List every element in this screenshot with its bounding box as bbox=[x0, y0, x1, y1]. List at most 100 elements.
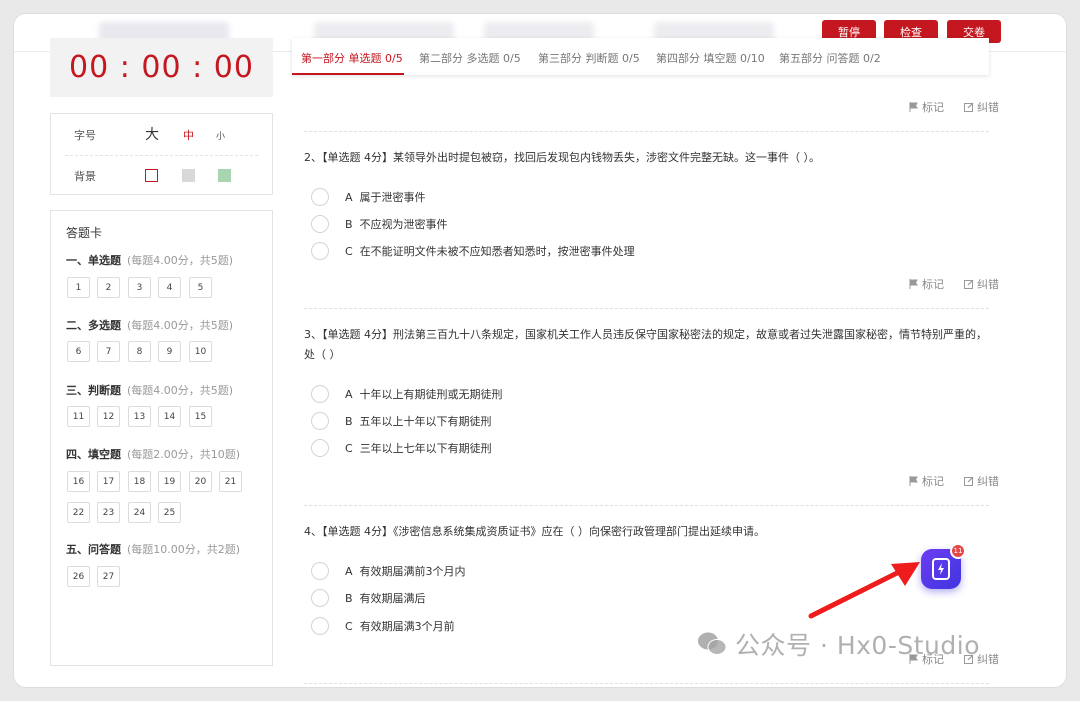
edit-icon bbox=[964, 476, 974, 486]
tab-short-answer[interactable]: 第五部分 问答题 0/2 bbox=[779, 50, 881, 66]
question-number-button[interactable]: 11 bbox=[67, 406, 90, 427]
report-label: 纠错 bbox=[977, 653, 999, 666]
section-note: (每题10.00分，共2题) bbox=[127, 543, 241, 556]
question-number-button[interactable]: 7 bbox=[97, 341, 120, 362]
tab-true-false[interactable]: 第三部分 判断题 0/5 bbox=[538, 50, 640, 66]
radio-button[interactable] bbox=[311, 589, 329, 607]
question-number-button[interactable]: 15 bbox=[189, 406, 212, 427]
radio-button[interactable] bbox=[311, 215, 329, 233]
option-b[interactable]: B 不应视为泄密事件 bbox=[311, 215, 448, 233]
question-number-button[interactable]: 2 bbox=[97, 277, 120, 298]
question-text: 2、【单选题 4分】某领导外出时提包被窃，找回后发现包内钱物丢失，涉密文件完整无… bbox=[304, 151, 820, 164]
question-number-button[interactable]: 13 bbox=[128, 406, 151, 427]
section-note: (每题2.00分，共10题) bbox=[127, 448, 241, 461]
radio-button[interactable] bbox=[311, 412, 329, 430]
report-error-button[interactable]: 纠错 bbox=[964, 473, 999, 489]
section-name: 一、单选题 bbox=[66, 254, 121, 267]
question-number-button[interactable]: 16 bbox=[67, 471, 90, 492]
mark-button[interactable]: 标记 bbox=[909, 99, 944, 115]
question-number-button[interactable]: 1 bbox=[67, 277, 90, 298]
question-number-button[interactable]: 6 bbox=[67, 341, 90, 362]
option-b[interactable]: B 五年以上十年以下有期徒刑 bbox=[311, 412, 492, 430]
question-number-button[interactable]: 26 bbox=[67, 566, 90, 587]
tab-multiple-choice[interactable]: 第二部分 多选题 0/5 bbox=[419, 50, 521, 66]
edit-icon bbox=[964, 279, 974, 289]
option-a[interactable]: A 十年以上有期徒刑或无期徒刑 bbox=[311, 385, 503, 403]
radio-button[interactable] bbox=[311, 188, 329, 206]
watermark-text: 公众号 · Hx0-Studio bbox=[735, 631, 980, 660]
red-arrow-annotation bbox=[808, 562, 920, 619]
background-white-swatch[interactable] bbox=[145, 169, 158, 182]
report-label: 纠错 bbox=[977, 475, 999, 488]
divider bbox=[304, 505, 989, 506]
tab-fill-blank[interactable]: 第四部分 填空题 0/10 bbox=[656, 50, 765, 66]
radio-button[interactable] bbox=[311, 385, 329, 403]
section-note: (每题4.00分，共5题) bbox=[127, 384, 234, 397]
question-number-button[interactable]: 22 bbox=[67, 502, 90, 523]
question-number-button[interactable]: 23 bbox=[97, 502, 120, 523]
question-number-button[interactable]: 25 bbox=[158, 502, 181, 523]
background-gray-swatch[interactable] bbox=[182, 169, 195, 182]
question-number-button[interactable]: 14 bbox=[158, 406, 181, 427]
flag-icon bbox=[909, 279, 918, 289]
notification-badge: 11 bbox=[950, 543, 966, 559]
question-number-button[interactable]: 21 bbox=[219, 471, 242, 492]
divider bbox=[304, 131, 989, 132]
edit-icon bbox=[964, 102, 974, 112]
question-number-button[interactable]: 27 bbox=[97, 566, 120, 587]
mark-button[interactable]: 标记 bbox=[909, 276, 944, 292]
option-letter: B bbox=[345, 414, 353, 428]
option-letter: C bbox=[345, 619, 353, 633]
font-size-small-option[interactable]: 小 bbox=[216, 129, 225, 142]
option-letter: A bbox=[345, 564, 353, 578]
watermark: 公众号 · Hx0-Studio bbox=[697, 626, 980, 662]
option-text: 有效期届满3个月前 bbox=[359, 620, 455, 633]
section-title: 二、多选题 (每题4.00分，共5题) bbox=[66, 317, 233, 333]
option-c[interactable]: C 有效期届满3个月前 bbox=[311, 617, 455, 635]
option-letter: B bbox=[345, 591, 353, 605]
question-number-button[interactable]: 19 bbox=[158, 471, 181, 492]
answer-card-title: 答题卡 bbox=[66, 226, 103, 240]
option-a[interactable]: A 属于泄密事件 bbox=[311, 188, 426, 206]
question-number-button[interactable]: 5 bbox=[189, 277, 212, 298]
background-green-swatch[interactable] bbox=[218, 169, 231, 182]
option-letter: C bbox=[345, 244, 353, 258]
question-number-button[interactable]: 8 bbox=[128, 341, 151, 362]
question-number-button[interactable]: 10 bbox=[189, 341, 212, 362]
lightning-icon bbox=[932, 558, 950, 580]
question-number-button[interactable]: 3 bbox=[128, 277, 151, 298]
radio-button[interactable] bbox=[311, 617, 329, 635]
section-note: (每题4.00分，共5题) bbox=[127, 319, 234, 332]
option-text: 三年以上七年以下有期徒刑 bbox=[359, 442, 492, 455]
mark-button[interactable]: 标记 bbox=[909, 473, 944, 489]
question-number-button[interactable]: 17 bbox=[97, 471, 120, 492]
mark-label: 标记 bbox=[922, 101, 944, 114]
question-number-button[interactable]: 4 bbox=[158, 277, 181, 298]
option-c[interactable]: C 三年以上七年以下有期徒刑 bbox=[311, 439, 492, 457]
section-name: 三、判断题 bbox=[66, 384, 121, 397]
report-error-button[interactable]: 纠错 bbox=[964, 99, 999, 115]
question-number-button[interactable]: 24 bbox=[128, 502, 151, 523]
option-a[interactable]: A 有效期届满前3个月内 bbox=[311, 562, 466, 580]
section-note: (每题4.00分，共5题) bbox=[127, 254, 234, 267]
question-number-button[interactable]: 9 bbox=[158, 341, 181, 362]
font-size-large-option[interactable]: 大 bbox=[145, 124, 159, 144]
answer-card-panel: 答题卡 一、单选题 (每题4.00分，共5题) 1 2 3 4 5 二、多选题 (每… bbox=[50, 210, 273, 666]
section-title: 三、判断题 (每题4.00分，共5题) bbox=[66, 382, 233, 398]
option-c[interactable]: C 在不能证明文件未被不应知悉者知悉时，按泄密事件处理 bbox=[311, 242, 635, 260]
radio-button[interactable] bbox=[311, 562, 329, 580]
question-number-button[interactable]: 12 bbox=[97, 406, 120, 427]
radio-button[interactable] bbox=[311, 439, 329, 457]
report-error-button[interactable]: 纠错 bbox=[964, 276, 999, 292]
question-number-button[interactable]: 18 bbox=[128, 471, 151, 492]
question-text: 3、【单选题 4分】刑法第三百九十八条规定，国家机关工作人员违反保守国家秘密法的… bbox=[304, 328, 987, 361]
option-b[interactable]: B 有效期届满后 bbox=[311, 589, 426, 607]
font-size-medium-option[interactable]: 中 bbox=[183, 127, 194, 143]
option-text: 十年以上有期徒刑或无期徒刑 bbox=[359, 388, 503, 401]
background-label: 背景 bbox=[74, 170, 96, 183]
tab-single-choice[interactable]: 第一部分 单选题 0/5 bbox=[301, 50, 403, 66]
display-settings-panel: 字号 大 中 小 背景 bbox=[50, 113, 273, 195]
radio-button[interactable] bbox=[311, 242, 329, 260]
active-tab-indicator bbox=[292, 73, 404, 75]
question-number-button[interactable]: 20 bbox=[189, 471, 212, 492]
